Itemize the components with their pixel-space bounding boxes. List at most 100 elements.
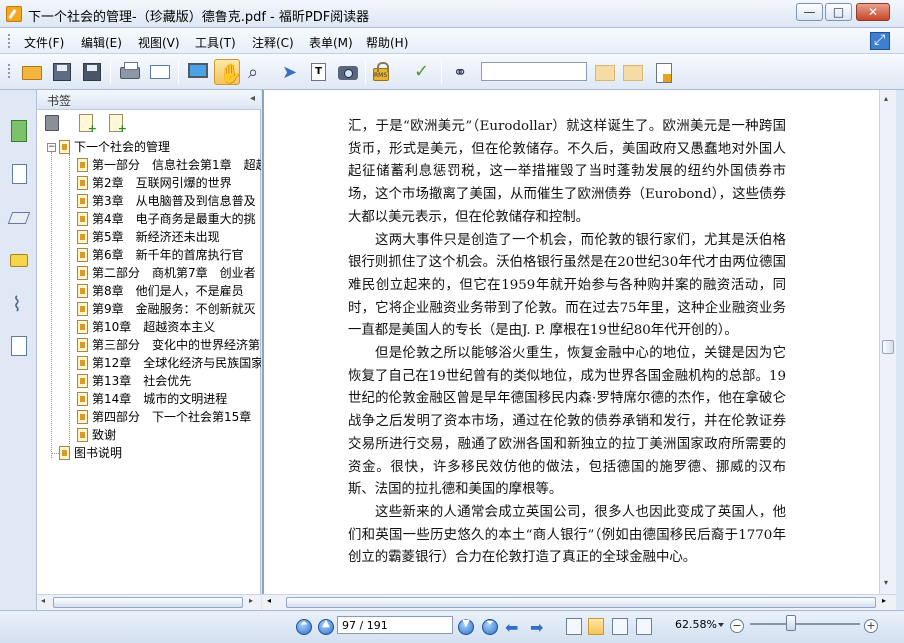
bookmark-item[interactable]: 第8章 他们是人，不是雇员: [77, 282, 244, 300]
menu-view[interactable]: 视图(V): [138, 34, 180, 51]
scrollbar-thumb[interactable]: [53, 597, 243, 608]
comments-tab[interactable]: [8, 250, 32, 276]
zoom-in-button[interactable]: +: [864, 619, 878, 633]
scroll-left-icon[interactable]: ◂: [267, 596, 271, 605]
find-input[interactable]: [481, 62, 587, 81]
scroll-down-icon[interactable]: ▾: [884, 578, 888, 587]
bookmark-icon: [77, 266, 88, 280]
collapse-toggle[interactable]: −: [47, 143, 56, 152]
hand-tool-button[interactable]: ✋: [214, 59, 243, 85]
continuous-view-button[interactable]: [588, 618, 604, 635]
bookmark-item[interactable]: 第二部分 商机第7章 创业者: [77, 264, 256, 282]
menu-comment[interactable]: 注释(C): [252, 34, 294, 51]
rms-button[interactable]: [368, 59, 394, 85]
zoom-slider-knob[interactable]: [786, 615, 796, 631]
bookmark-item[interactable]: 第6章 新千年的首席执行官: [77, 246, 244, 264]
attachments-tab[interactable]: ⌇: [8, 292, 32, 318]
bookmark-item[interactable]: 第5章 新经济还未出现: [77, 228, 220, 246]
minimize-button[interactable]: —: [796, 3, 823, 21]
bookmark-item[interactable]: 第14章 城市的文明进程: [77, 390, 227, 408]
find-button[interactable]: ⚭: [450, 59, 476, 85]
tree-connector: [51, 152, 52, 458]
close-button[interactable]: ✕: [856, 3, 890, 21]
save-button[interactable]: [49, 59, 75, 85]
bookmark-item[interactable]: 第10章 超越资本主义: [77, 318, 215, 336]
bookmark-item[interactable]: 第9章 金融服务：不创新就灭: [77, 300, 256, 318]
bookmarks-title: 书签: [47, 94, 72, 108]
bookmark-icon: [77, 176, 88, 190]
snapshot-button[interactable]: [335, 59, 361, 85]
bookmark-item[interactable]: 第四部分 下一个社会第15章: [77, 408, 251, 426]
bookmark-item[interactable]: 第三部分 变化中的世界经济第: [77, 336, 260, 354]
zoom-dropdown-icon[interactable]: [718, 623, 724, 627]
bookmark-item[interactable]: 第一部分 信息社会第1章 超越: [77, 156, 261, 174]
bookmark-root[interactable]: 下一个社会的管理: [59, 138, 170, 156]
scrollbar-thumb[interactable]: [286, 597, 876, 608]
go-forward-button[interactable]: ➡: [530, 618, 543, 637]
bookmark-item[interactable]: 第3章 从电脑普及到信息普及: [77, 192, 256, 210]
bookmark-item[interactable]: 致谢: [77, 426, 116, 444]
first-page-button[interactable]: ⏶: [296, 618, 312, 635]
paragraph: 这些新来的人通常会成立英国公司，很多人也因此变成了英国人，他们和英国一些历史悠久…: [348, 504, 786, 566]
open-button[interactable]: [19, 59, 45, 85]
menu-grip-icon: [8, 34, 11, 48]
bookmark-icon: [59, 140, 70, 154]
save-as-button[interactable]: [79, 59, 105, 85]
expand-icon[interactable]: [870, 32, 890, 50]
bookmarks-horizontal-scrollbar[interactable]: ◂ ▸: [37, 594, 261, 610]
pages-tab[interactable]: [8, 162, 32, 188]
maximize-button[interactable]: □: [825, 3, 852, 21]
delete-bookmark-icon[interactable]: [45, 115, 59, 131]
print-button[interactable]: [117, 59, 143, 85]
email-button[interactable]: [147, 59, 173, 85]
bookmark-icon: [77, 320, 88, 334]
menu-tools[interactable]: 工具(T): [195, 34, 236, 51]
bookmark-item[interactable]: 第2章 互联网引爆的世界: [77, 174, 232, 192]
menu-help[interactable]: 帮助(H): [366, 34, 408, 51]
continuous-facing-view-button[interactable]: [636, 618, 652, 635]
add-bookmark-icon[interactable]: [79, 114, 97, 135]
select-tool-button[interactable]: ➤: [275, 59, 301, 85]
previous-page-button[interactable]: ▲: [318, 618, 334, 635]
bookmark-item[interactable]: 第13章 社会优先: [77, 372, 191, 390]
sign-button[interactable]: ✓: [409, 59, 435, 85]
select-arrow-icon: ➤: [282, 62, 298, 83]
document-vertical-scrollbar[interactable]: ▴ ▾: [879, 90, 896, 594]
fullscreen-button[interactable]: [185, 59, 211, 85]
highlight-button[interactable]: [652, 59, 678, 85]
scroll-right-icon[interactable]: ▸: [249, 596, 253, 605]
add-child-bookmark-icon[interactable]: [109, 114, 127, 135]
scroll-left-icon[interactable]: ◂: [41, 596, 45, 605]
go-back-button[interactable]: ⬅: [505, 618, 518, 637]
single-page-view-button[interactable]: [566, 618, 582, 635]
bookmark-item[interactable]: 第4章 电子商务是最重大的挑: [77, 210, 256, 228]
find-previous-button[interactable]: [592, 59, 618, 85]
layers-tab[interactable]: [7, 206, 32, 232]
last-page-button[interactable]: ⏷: [482, 618, 498, 635]
bookmark-item[interactable]: 第12章 全球化经济与民族国家: [77, 354, 261, 372]
zoom-slider-track[interactable]: [750, 623, 860, 625]
page-number-input[interactable]: [337, 616, 453, 634]
paragraph: 这两大事件只是创造了一个机会，而伦敦的银行家们，尤其是沃伯格银行则抓住了这个机会…: [348, 232, 786, 339]
bookmark-item[interactable]: 图书说明: [59, 444, 122, 462]
menu-form[interactable]: 表单(M): [309, 34, 353, 51]
zoom-out-button[interactable]: −: [730, 619, 744, 633]
zoom-tool-button[interactable]: ⌕: [244, 59, 270, 85]
facing-view-button[interactable]: [612, 618, 628, 635]
scroll-right-icon[interactable]: ▸: [882, 596, 886, 605]
signatures-tab[interactable]: [8, 334, 32, 360]
panel-close-icon[interactable]: ◂: [250, 93, 255, 104]
text-select-button[interactable]: T: [305, 59, 331, 85]
bookmark-icon: [77, 392, 88, 406]
bookmark-icon: [77, 428, 88, 442]
menu-edit[interactable]: 编辑(E): [81, 34, 122, 51]
bookmarks-tab[interactable]: [8, 118, 32, 144]
paperclip-icon: ⌇: [12, 292, 22, 316]
document-horizontal-scrollbar[interactable]: ◂ ▸: [262, 594, 896, 610]
scroll-up-icon[interactable]: ▴: [884, 94, 888, 103]
next-page-button[interactable]: ▼: [458, 618, 474, 635]
find-next-button[interactable]: [620, 59, 646, 85]
menu-file[interactable]: 文件(F): [24, 34, 64, 51]
scrollbar-thumb[interactable]: [882, 340, 894, 354]
document-view[interactable]: 汇，于是“欧洲美元”（Eurodollar）就这样诞生了。欧洲美元是一种跨国货币…: [262, 90, 879, 594]
